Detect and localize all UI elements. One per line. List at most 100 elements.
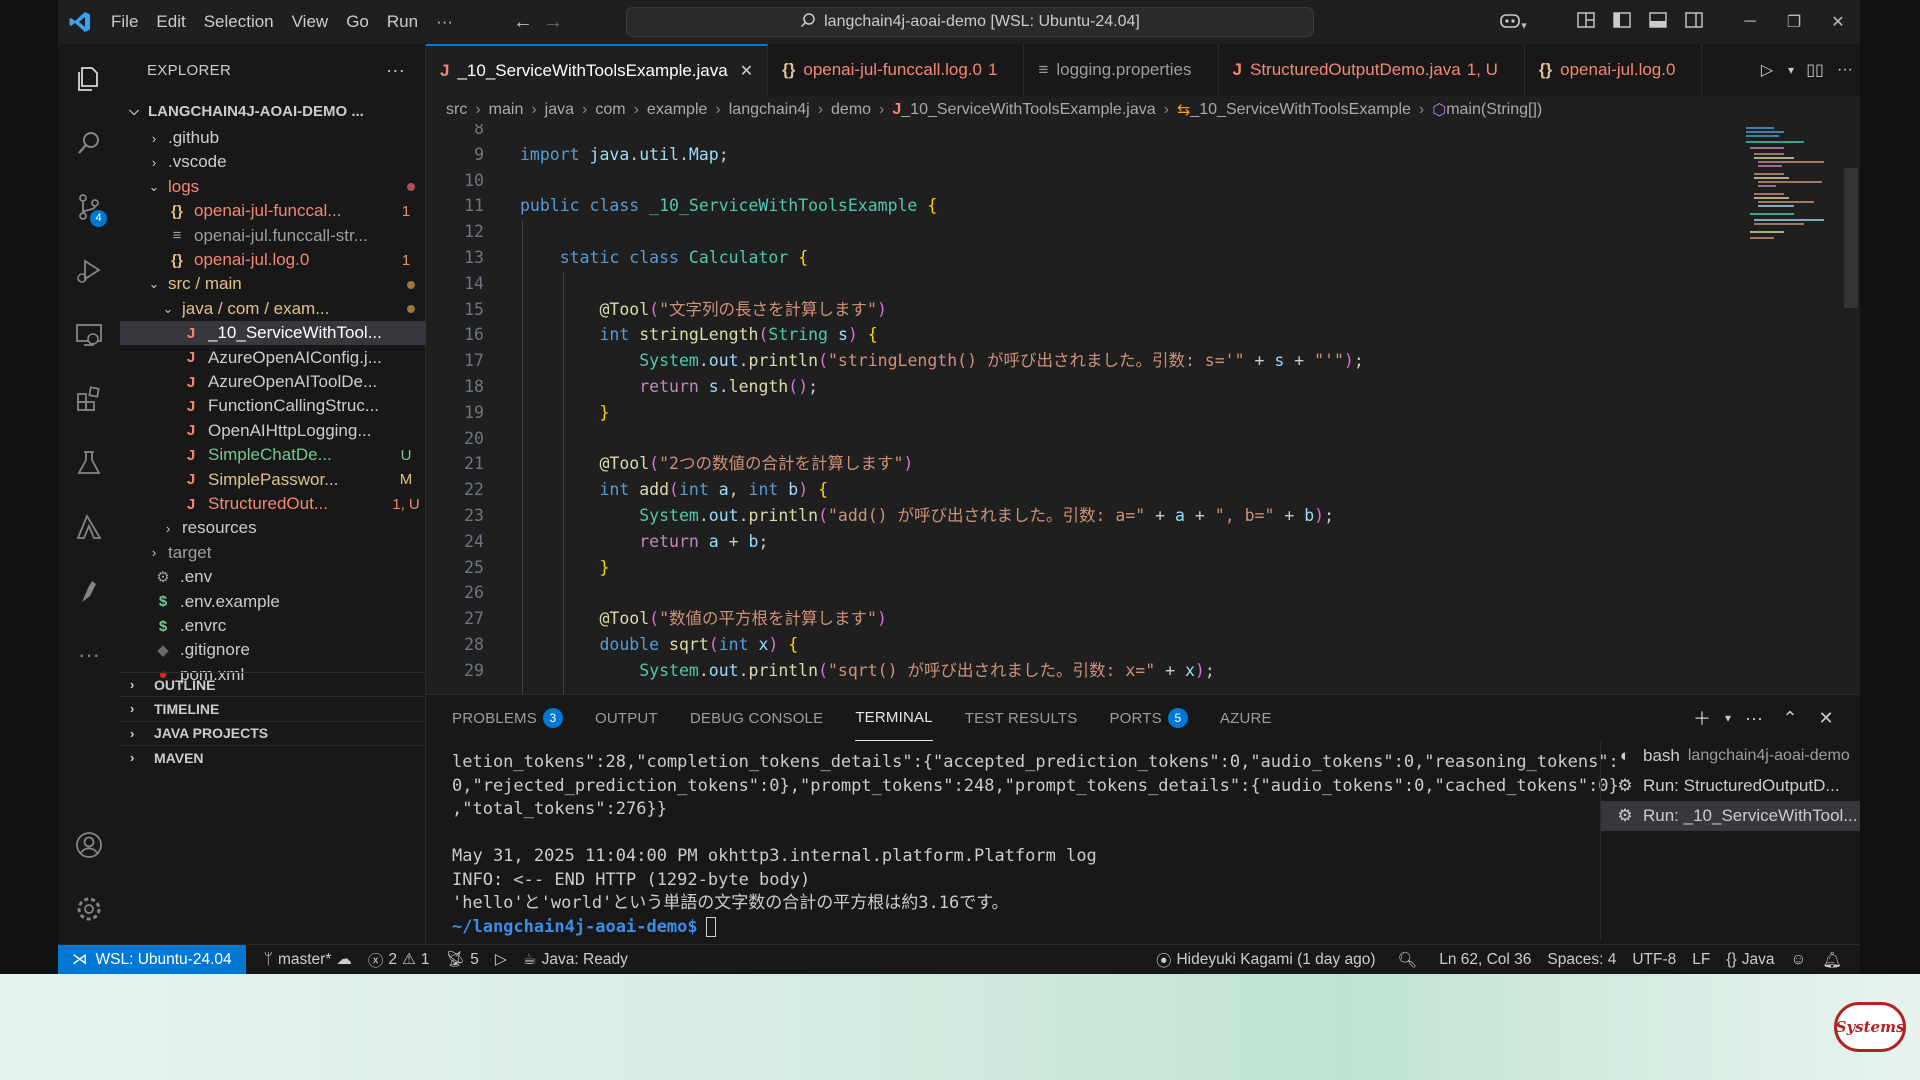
notifications-bell-icon[interactable]: 🔔︎	[1814, 951, 1850, 970]
customize-layout-icon[interactable]	[1568, 11, 1604, 33]
minimap[interactable]	[1744, 124, 1844, 244]
panel-tab[interactable]: PROBLEMS 3	[452, 695, 563, 741]
remote-explorer-icon[interactable]	[58, 310, 120, 360]
forward-arrow-icon[interactable]: →	[538, 11, 568, 34]
branch-indicator[interactable]: ᛘ master* ☁	[256, 950, 360, 969]
tree-item[interactable]: J SimpleChatDe... U	[120, 443, 426, 467]
tree-item[interactable]: ⚙ .env	[120, 565, 426, 589]
menu-item[interactable]: Go	[337, 0, 378, 44]
maximize-panel-icon[interactable]: ⌃	[1772, 708, 1808, 729]
breadcrumb-item[interactable]: _10_ServiceWithToolsExample.java	[901, 101, 1155, 119]
source-control-icon[interactable]: 4	[58, 182, 120, 232]
copilot-status-icon[interactable]: ☺	[1782, 951, 1814, 969]
close-panel-icon[interactable]: ✕	[1808, 708, 1844, 729]
breadcrumb-item[interactable]: com	[595, 101, 625, 119]
restore-icon[interactable]: ❐	[1772, 12, 1816, 32]
panel-tab[interactable]: OUTPUT	[595, 695, 658, 741]
terminal-instance[interactable]: ⚙ Run: StructuredOutputD...	[1601, 771, 1860, 801]
tree-item[interactable]: {} openai-jul-funccal... 1	[120, 199, 426, 223]
breadcrumb-item[interactable]: java	[545, 101, 574, 119]
toggle-sidebar-icon[interactable]	[1604, 11, 1640, 33]
search-view-icon[interactable]	[58, 118, 120, 168]
sidebar-section[interactable]: › JAVA PROJECTS	[120, 720, 426, 745]
command-center-search[interactable]: langchain4j-aoai-demo [WSL: Ubuntu-24.04…	[626, 7, 1314, 37]
close-tab-icon[interactable]: ✕	[740, 61, 753, 81]
language-mode[interactable]: {} Java	[1718, 951, 1782, 969]
copilot-icon[interactable]: ▾	[1488, 11, 1538, 34]
chevron-down-icon[interactable]: ▾	[1720, 711, 1736, 725]
tree-item[interactable]: J AzureOpenAIToolDe...	[120, 370, 426, 394]
account-icon[interactable]	[58, 820, 120, 870]
new-terminal-icon[interactable]: ＋	[1684, 705, 1720, 731]
close-window-icon[interactable]: ✕	[1816, 12, 1860, 32]
menu-item[interactable]: View	[283, 0, 338, 44]
git-blame[interactable]: ⦿ Hideyuki Kagami (1 day ago)	[1148, 949, 1384, 971]
tree-item[interactable]: › target	[120, 541, 426, 565]
tree-item[interactable]: J _10_ServiceWithTool...	[120, 321, 426, 346]
run-debug-icon[interactable]	[58, 246, 120, 296]
panel-tab[interactable]: TEST RESULTS	[965, 695, 1078, 741]
settings-gear-icon[interactable]	[58, 884, 120, 934]
tree-item[interactable]: › .github	[120, 126, 426, 150]
breadcrumb-item[interactable]: main(String[])	[1446, 101, 1542, 119]
tree-item[interactable]: › .vscode	[120, 150, 426, 174]
toggle-panel-icon[interactable]	[1640, 11, 1676, 33]
run-indicator[interactable]: ▷	[487, 950, 515, 969]
back-arrow-icon[interactable]: ←	[508, 11, 538, 34]
breadcrumb-item[interactable]: example	[647, 101, 707, 119]
panel-tab[interactable]: PORTS 5	[1109, 695, 1188, 741]
tree-item[interactable]: ⌄ logs	[120, 175, 426, 199]
encoding[interactable]: UTF-8	[1624, 951, 1684, 969]
testing-flask-icon[interactable]	[58, 438, 120, 488]
tree-item[interactable]: J FunctionCallingStruc...	[120, 394, 426, 418]
tree-item[interactable]: $ .env.example	[120, 590, 426, 614]
breadcrumb-item[interactable]: demo	[831, 101, 871, 119]
tree-item[interactable]: ⌄ java / com / exam...	[120, 297, 426, 321]
breadcrumb-item[interactable]: _10_ServiceWithToolsExample	[1190, 101, 1411, 119]
tree-item[interactable]: J OpenAIHttpLogging...	[120, 419, 426, 443]
menu-item[interactable]: ···	[427, 0, 462, 44]
menu-item[interactable]: File	[102, 0, 147, 44]
project-root[interactable]: ⌵ LANGCHAIN4J-AOAI-DEMO ...	[120, 96, 426, 126]
tree-item[interactable]: $ .envrc	[120, 614, 426, 638]
code-editor[interactable]: 8 9 import java.util.Map; 10 11 public class …	[426, 124, 1860, 694]
java-icon[interactable]	[58, 566, 120, 616]
zoom-indicator[interactable]: 🔍︎	[1384, 951, 1432, 970]
tree-item[interactable]: J SimplePasswor... M	[120, 468, 426, 492]
indentation[interactable]: Spaces: 4	[1539, 951, 1624, 969]
minimize-icon[interactable]: ─	[1728, 13, 1772, 31]
toggle-secondary-sidebar-icon[interactable]	[1676, 11, 1712, 33]
tree-item[interactable]: › resources	[120, 516, 426, 540]
panel-tab[interactable]: TERMINAL	[855, 695, 933, 741]
breadcrumb-item[interactable]: src	[446, 101, 467, 119]
menu-item[interactable]: Selection	[195, 0, 283, 44]
tree-item[interactable]: J AzureOpenAIConfig.j...	[120, 346, 426, 370]
run-play-icon[interactable]: ▷	[1752, 60, 1782, 80]
more-views-icon[interactable]: ···	[58, 630, 120, 680]
terminal-instance[interactable]: ◐ bash langchain4j-aoai-demo	[1601, 741, 1860, 771]
tree-item[interactable]: ≡ openai-jul.funccall-str...	[120, 224, 426, 248]
editor-tab[interactable]: {} openai-jul.log.0	[1525, 44, 1703, 96]
more-actions-icon[interactable]: ···	[1830, 61, 1860, 79]
breadcrumb-item[interactable]: langchain4j	[729, 101, 810, 119]
chevron-down-icon[interactable]: ▾	[1782, 63, 1800, 77]
editor-tab[interactable]: ≡ logging.properties	[1024, 44, 1219, 96]
split-editor-icon[interactable]: ▯▯	[1800, 60, 1830, 80]
ports-indicator[interactable]: 📡︎ 5	[438, 950, 487, 969]
sidebar-section[interactable]: › OUTLINE	[120, 672, 426, 696]
menu-item[interactable]: Run	[378, 0, 427, 44]
panel-tab[interactable]: DEBUG CONSOLE	[690, 695, 823, 741]
editor-tab[interactable]: J StructuredOutputDemo.java 1, U	[1219, 44, 1525, 96]
tree-item[interactable]: ◆ .gitignore	[120, 638, 426, 662]
azure-icon[interactable]	[58, 502, 120, 552]
java-status[interactable]: ☕︎ Java: Ready	[515, 950, 636, 969]
tree-item[interactable]: ⌄ src / main	[120, 272, 426, 296]
extensions-icon[interactable]	[58, 374, 120, 424]
problems-indicator[interactable]: ⓧ 2 ⚠ 1	[360, 949, 438, 971]
breadcrumb-item[interactable]: main	[489, 101, 524, 119]
menu-item[interactable]: Edit	[147, 0, 194, 44]
terminal-instance[interactable]: ⚙ Run: _10_ServiceWithTool...	[1601, 801, 1860, 831]
explorer-more-icon[interactable]: ···	[386, 60, 405, 81]
end-of-line[interactable]: LF	[1684, 951, 1718, 969]
remote-indicator[interactable]: ⋊ WSL: Ubuntu-24.04	[58, 944, 246, 974]
